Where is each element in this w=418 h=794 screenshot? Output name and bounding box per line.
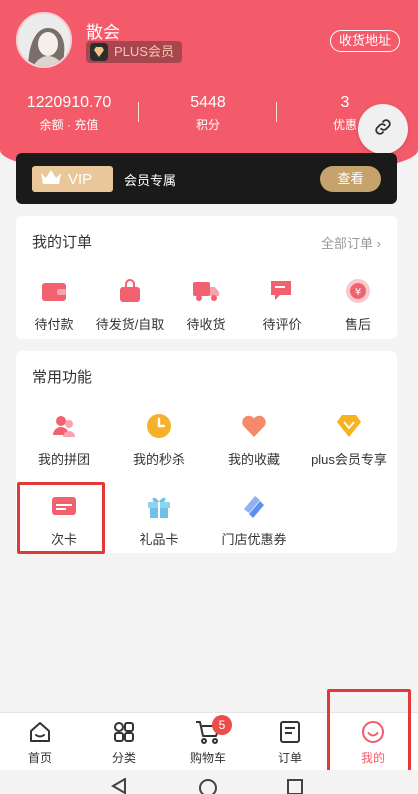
tab-label: 订单	[277, 751, 302, 765]
group-buy-icon	[47, 409, 81, 443]
address-button[interactable]: 收货地址	[329, 30, 400, 52]
cart-count-badge: 5	[212, 715, 232, 735]
diamond-icon	[90, 43, 108, 61]
vip-tag: VIP	[32, 166, 113, 192]
diamond-icon	[332, 409, 366, 443]
highlight-times-card	[17, 482, 105, 554]
orders-card: 我的订单 全部订单 › 待付款 待发货/自取 待收货 待评价 ¥ 售后	[16, 216, 397, 339]
gift-icon	[142, 489, 176, 523]
my-group-buy[interactable]: 我的拼团	[16, 409, 112, 468]
svg-text:¥: ¥	[355, 287, 361, 298]
balance-value: 1220910.70	[26, 94, 112, 111]
comment-icon	[265, 274, 299, 308]
order-after-sales[interactable]: ¥ 售后	[310, 274, 406, 333]
bag-icon	[113, 274, 147, 308]
tab-home[interactable]: 首页	[0, 719, 82, 766]
order-icon	[248, 719, 332, 745]
recent-apps-icon[interactable]	[286, 778, 304, 794]
vip-view-button[interactable]: 查看	[320, 166, 381, 192]
heart-icon	[237, 409, 271, 443]
clock-icon	[142, 409, 176, 443]
divider	[138, 102, 139, 122]
home-icon	[0, 719, 82, 745]
tab-label: 分类	[111, 751, 136, 765]
link-icon	[372, 116, 394, 143]
share-link-button[interactable]	[358, 104, 408, 154]
my-favorites[interactable]: 我的收藏	[206, 409, 302, 468]
tab-category[interactable]: 分类	[82, 719, 166, 766]
coupon-icon	[237, 489, 271, 523]
points-value: 5448	[190, 94, 226, 111]
stats-row: 1220910.70 余额 · 充值 5448 积分 3 优惠	[0, 94, 418, 138]
plus-member-exclusive[interactable]: plus会员专享	[301, 409, 397, 468]
order-label: 售后	[344, 317, 371, 332]
divider	[276, 102, 277, 122]
home-circle-icon[interactable]	[198, 778, 218, 794]
store-coupon[interactable]: 门店优惠券	[206, 489, 302, 548]
function-label: 礼品卡	[139, 532, 179, 547]
points-stat[interactable]: 5448 积分	[170, 94, 246, 133]
cart-icon	[166, 719, 250, 745]
balance-stat[interactable]: 1220910.70 余额 · 充值	[14, 94, 124, 133]
function-label: 我的收藏	[227, 452, 280, 467]
truck-icon	[189, 274, 223, 308]
all-orders-link[interactable]: 全部订单 ›	[321, 233, 381, 252]
function-label: 我的拼团	[37, 452, 90, 467]
function-label: plus会员专享	[311, 452, 387, 467]
function-label: 门店优惠券	[221, 532, 287, 547]
wallet-icon	[37, 274, 71, 308]
back-icon[interactable]	[110, 777, 128, 794]
gift-card[interactable]: 礼品卡	[111, 489, 207, 548]
tab-label: 购物车	[189, 751, 226, 765]
points-label: 积分	[195, 118, 220, 132]
category-icon	[82, 719, 166, 745]
plus-badge-label: PLUS会员	[114, 44, 174, 59]
orders-title: 我的订单	[32, 234, 93, 251]
username: 散会	[86, 23, 120, 42]
vip-text: 会员专属	[124, 173, 177, 188]
vip-tag-label: VIP	[68, 170, 93, 188]
tab-label: 首页	[27, 751, 52, 765]
balance-label: 余额 · 充值	[39, 118, 99, 132]
avatar[interactable]	[16, 12, 72, 68]
functions-title: 常用功能	[32, 369, 93, 386]
coupon-value: 3	[340, 94, 350, 111]
tab-orders[interactable]: 订单	[248, 719, 332, 766]
crown-icon	[40, 169, 62, 189]
system-nav-bar	[0, 770, 418, 794]
plus-member-badge[interactable]: PLUS会员	[86, 41, 182, 63]
refund-icon: ¥	[341, 274, 375, 308]
tab-cart[interactable]: 5 购物车	[166, 715, 250, 766]
vip-banner: VIP 会员专属 查看	[16, 153, 397, 204]
function-label: 我的秒杀	[132, 452, 185, 467]
my-flash-sale[interactable]: 我的秒杀	[111, 409, 207, 468]
highlight-tab-profile	[327, 689, 411, 777]
